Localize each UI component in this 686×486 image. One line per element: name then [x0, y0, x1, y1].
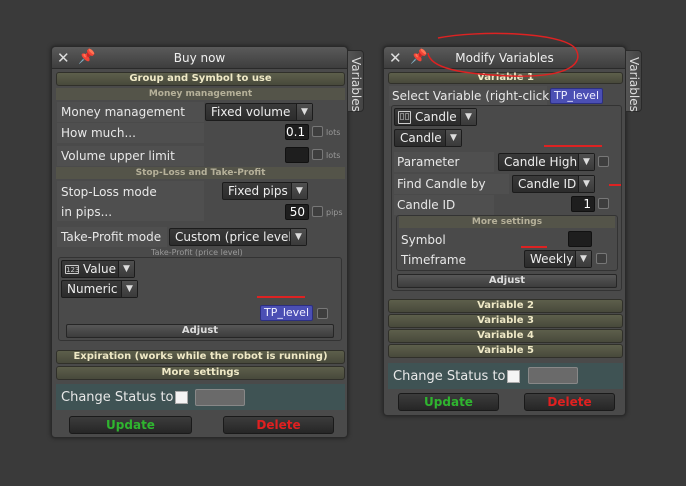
select-variable-label: Select Variable (right-click)	[392, 89, 554, 103]
select-variable-tag[interactable]: TP_level	[550, 88, 603, 104]
delete-button[interactable]: Delete	[524, 393, 615, 411]
update-button[interactable]: Update	[398, 393, 499, 411]
chevron-down-icon: ▼	[296, 104, 312, 120]
section-variable-2[interactable]: Variable 2	[388, 299, 623, 313]
how-much-label: How much...	[61, 126, 136, 140]
candle-id-label: Candle ID	[397, 198, 456, 212]
value-dd-label: Value	[83, 262, 116, 276]
candle-dropdown[interactable]: ▯▯ Candle ▼	[394, 108, 477, 126]
in-pips-input[interactable]: 50	[285, 204, 309, 220]
annotation-underline	[544, 145, 602, 147]
chevron-down-icon: ▼	[290, 229, 306, 245]
section-variable-3[interactable]: Variable 3	[388, 314, 623, 328]
mm-value: Fixed volume	[211, 105, 291, 119]
chevron-down-icon: ▼	[291, 183, 307, 199]
value-icon: 123	[65, 265, 80, 274]
tp-level-checkbox[interactable]	[317, 308, 328, 319]
subheader-money-management: Money management	[56, 88, 345, 100]
lots-unit-2: lots	[326, 151, 341, 160]
pips-checkbox[interactable]	[312, 206, 323, 217]
symbol-input[interactable]	[568, 231, 592, 247]
candle-icon: ▯▯	[398, 111, 411, 124]
adjust-button[interactable]: Adjust	[397, 274, 617, 288]
numeric-dd-label: Numeric	[67, 282, 118, 296]
chevron-down-icon: ▼	[460, 109, 476, 125]
parameter-checkbox[interactable]	[598, 156, 609, 167]
lots-unit: lots	[326, 128, 341, 137]
mm-label: Money management	[61, 105, 185, 119]
variables-tab-label: Variables	[349, 57, 363, 112]
modify-variables-panel: ✕ 📌 Modify Variables Variable 1 Select V…	[383, 46, 626, 416]
timeframe-label: Timeframe	[401, 253, 466, 267]
find-candle-label: Find Candle by	[397, 177, 486, 191]
tp-mode-value: Custom (price level)	[175, 230, 297, 244]
parameter-value: Candle High	[504, 155, 578, 169]
tp-caption: Take-Profit (price level)	[151, 248, 243, 257]
change-status-label: Change Status to	[393, 369, 506, 384]
value-dropdown[interactable]: 123 Value ▼	[61, 260, 135, 278]
buy-now-panel: ✕ 📌 Buy now Group and Symbol to use Mone…	[51, 46, 348, 438]
chevron-down-icon: ▼	[578, 176, 594, 192]
change-status-label: Change Status to	[61, 390, 174, 405]
timeframe-value: Weekly	[530, 252, 574, 266]
chevron-down-icon: ▼	[578, 154, 594, 170]
in-pips-label: in pips...	[61, 205, 113, 219]
tp-mode-label: Take-Profit mode	[61, 230, 162, 244]
change-status-checkbox[interactable]	[175, 391, 188, 404]
chevron-down-icon: ▼	[445, 130, 461, 146]
section-more-settings[interactable]: More settings	[56, 366, 345, 380]
vul-checkbox[interactable]	[312, 149, 323, 160]
find-candle-value: Candle ID	[518, 177, 577, 191]
change-status-checkbox[interactable]	[507, 370, 520, 383]
variables-tab-left[interactable]: Variables	[347, 50, 364, 112]
variables-tab-right[interactable]: Variables	[625, 50, 642, 112]
sl-mode-value: Fixed pips	[228, 184, 288, 198]
variables-tab-label: Variables	[627, 57, 641, 112]
change-status-field[interactable]	[528, 367, 578, 384]
vul-label: Volume upper limit	[61, 149, 175, 163]
numeric-dropdown[interactable]: Numeric ▼	[61, 280, 138, 298]
find-candle-dropdown[interactable]: Candle ID ▼	[512, 175, 595, 193]
delete-button[interactable]: Delete	[223, 416, 334, 434]
annotation-mark	[609, 184, 621, 186]
section-variable-5[interactable]: Variable 5	[388, 344, 623, 358]
change-status-field[interactable]	[195, 389, 245, 406]
lots-checkbox[interactable]	[312, 126, 323, 137]
subheader-more-settings: More settings	[399, 216, 615, 228]
chevron-down-icon: ▼	[575, 251, 591, 267]
sl-mode-label: Stop-Loss mode	[61, 185, 157, 199]
subheader-sltp: Stop-Loss and Take-Profit	[56, 167, 345, 179]
mm-dropdown[interactable]: Fixed volume ▼	[205, 103, 313, 121]
chevron-down-icon: ▼	[118, 261, 134, 277]
annotation-underline	[257, 296, 305, 298]
panel-title: Buy now	[173, 51, 226, 65]
timeframe-dropdown[interactable]: Weekly ▼	[524, 250, 592, 268]
candle-dd2-label: Candle	[400, 131, 442, 145]
candle-id-checkbox[interactable]	[598, 198, 609, 209]
sl-mode-dropdown[interactable]: Fixed pips ▼	[222, 182, 308, 200]
symbol-label: Symbol	[401, 233, 446, 247]
titlebar: ✕ 📌 Buy now	[52, 47, 347, 69]
section-group-symbol[interactable]: Group and Symbol to use	[56, 72, 345, 86]
parameter-dropdown[interactable]: Candle High ▼	[498, 153, 595, 171]
candle-id-input[interactable]: 1	[571, 196, 595, 212]
pips-unit: pips	[326, 208, 343, 217]
annotation-circle	[427, 32, 579, 77]
candle-dropdown-2[interactable]: Candle ▼	[394, 129, 462, 147]
tp-level-tag[interactable]: TP_level	[260, 305, 313, 321]
section-variable-4[interactable]: Variable 4	[388, 329, 623, 343]
candle-dd-label: Candle	[415, 110, 457, 124]
adjust-button[interactable]: Adjust	[66, 324, 334, 338]
chevron-down-icon: ▼	[121, 281, 137, 297]
tp-mode-dropdown[interactable]: Custom (price level) ▼	[169, 228, 307, 246]
annotation-underline	[521, 246, 547, 248]
section-expiration[interactable]: Expiration (works while the robot is run…	[56, 350, 345, 364]
vul-input[interactable]	[285, 147, 309, 163]
how-much-input[interactable]: 0.1	[285, 124, 309, 140]
parameter-label: Parameter	[397, 155, 460, 169]
update-button[interactable]: Update	[69, 416, 192, 434]
timeframe-checkbox[interactable]	[596, 253, 607, 264]
